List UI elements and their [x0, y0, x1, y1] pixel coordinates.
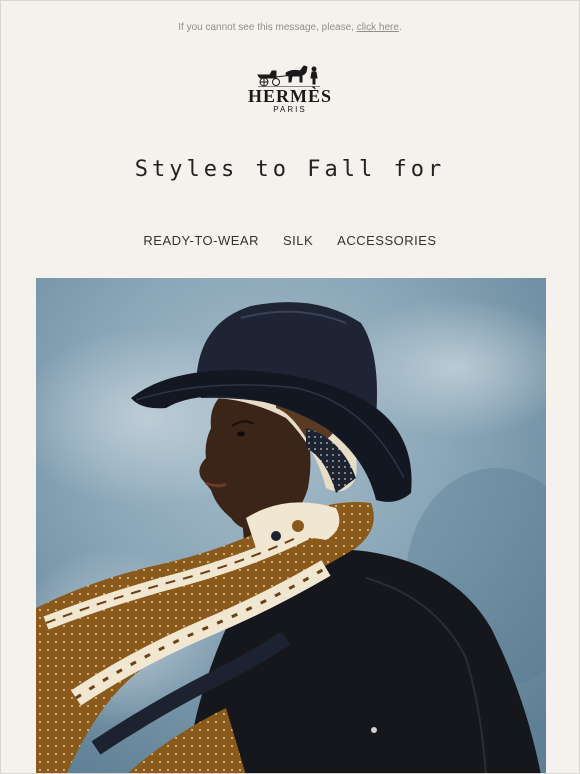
category-nav: READY-TO-WEAR SILK ACCESSORIES — [1, 233, 579, 248]
hero-image[interactable] — [36, 278, 546, 773]
nav-ready-to-wear[interactable]: READY-TO-WEAR — [143, 233, 259, 248]
model-with-hat-and-scarf-image — [36, 278, 546, 773]
preheader-text: If you cannot see this message, please, — [178, 22, 354, 33]
brand-city: PARIS — [273, 105, 307, 114]
horse-carriage-icon — [257, 65, 320, 87]
brand-name: HERMÈS — [247, 86, 332, 106]
nav-accessories[interactable]: ACCESSORIES — [337, 233, 436, 248]
brand-logo[interactable]: HERMÈS PARIS — [1, 63, 579, 115]
preheader: If you cannot see this message, please, … — [1, 22, 579, 33]
click-here-link[interactable]: click here — [357, 22, 399, 33]
nav-silk[interactable]: SILK — [283, 233, 313, 248]
preheader-suffix: . — [398, 22, 402, 33]
headline: Styles to Fall for — [134, 157, 446, 182]
email-frame: If you cannot see this message, please, … — [0, 0, 580, 774]
